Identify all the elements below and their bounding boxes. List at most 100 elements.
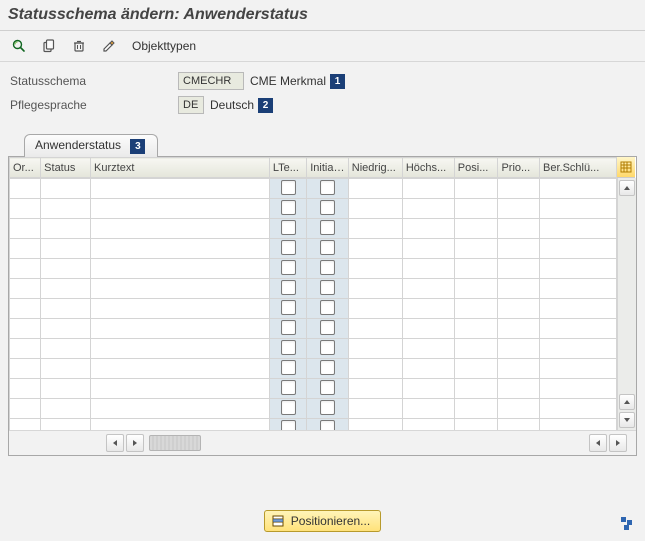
checkbox[interactable]: [281, 200, 296, 215]
scroll-right-end-button[interactable]: [609, 434, 627, 452]
cell-ber[interactable]: [540, 179, 617, 199]
cell-hoechst[interactable]: [402, 299, 454, 319]
checkbox[interactable]: [320, 400, 335, 415]
checkbox[interactable]: [320, 380, 335, 395]
cell-ber[interactable]: [540, 299, 617, 319]
cell-prio[interactable]: [498, 419, 540, 431]
cell-hoechst[interactable]: [402, 259, 454, 279]
cell-ber[interactable]: [540, 279, 617, 299]
cell-initial[interactable]: [307, 399, 349, 419]
cell-status[interactable]: [41, 259, 91, 279]
cell-status[interactable]: [41, 299, 91, 319]
table-row[interactable]: [10, 279, 617, 299]
cell-niedrig[interactable]: [348, 319, 402, 339]
cell-hoechst[interactable]: [402, 419, 454, 431]
cell-lte[interactable]: [269, 319, 306, 339]
col-prio[interactable]: Prio...: [498, 158, 540, 178]
cell-kurztext[interactable]: [91, 299, 270, 319]
checkbox[interactable]: [281, 300, 296, 315]
cell-initial[interactable]: [307, 419, 349, 431]
cell-initial[interactable]: [307, 219, 349, 239]
cell-hoechst[interactable]: [402, 379, 454, 399]
col-hoechst[interactable]: Höchs...: [402, 158, 454, 178]
cell-initial[interactable]: [307, 339, 349, 359]
cell-niedrig[interactable]: [348, 379, 402, 399]
cell-prio[interactable]: [498, 299, 540, 319]
table-row[interactable]: [10, 419, 617, 431]
cell-ber[interactable]: [540, 239, 617, 259]
find-icon-button[interactable]: [8, 35, 30, 57]
cell-posi[interactable]: [454, 239, 498, 259]
scroll-left-end-button[interactable]: [589, 434, 607, 452]
col-posi[interactable]: Posi...: [454, 158, 498, 178]
checkbox[interactable]: [320, 200, 335, 215]
cell-or[interactable]: [10, 399, 41, 419]
checkbox[interactable]: [281, 400, 296, 415]
scroll-up-button[interactable]: [619, 180, 635, 196]
scroll-down-button2[interactable]: [619, 412, 635, 428]
checkbox[interactable]: [320, 300, 335, 315]
checkbox[interactable]: [320, 320, 335, 335]
checkbox[interactable]: [281, 260, 296, 275]
cell-posi[interactable]: [454, 259, 498, 279]
col-kurztext[interactable]: Kurztext: [91, 158, 270, 178]
cell-kurztext[interactable]: [91, 399, 270, 419]
cell-niedrig[interactable]: [348, 299, 402, 319]
cell-niedrig[interactable]: [348, 219, 402, 239]
checkbox[interactable]: [320, 340, 335, 355]
cell-or[interactable]: [10, 279, 41, 299]
cell-lte[interactable]: [269, 359, 306, 379]
cell-prio[interactable]: [498, 199, 540, 219]
cell-ber[interactable]: [540, 199, 617, 219]
cell-initial[interactable]: [307, 359, 349, 379]
copy-icon-button[interactable]: [38, 35, 60, 57]
checkbox[interactable]: [281, 180, 296, 195]
cell-hoechst[interactable]: [402, 219, 454, 239]
table-row[interactable]: [10, 319, 617, 339]
cell-initial[interactable]: [307, 279, 349, 299]
delete-icon-button[interactable]: [68, 35, 90, 57]
cell-status[interactable]: [41, 319, 91, 339]
cell-niedrig[interactable]: [348, 419, 402, 431]
cell-hoechst[interactable]: [402, 239, 454, 259]
positionieren-button[interactable]: Positionieren...: [264, 510, 381, 532]
cell-hoechst[interactable]: [402, 199, 454, 219]
cell-prio[interactable]: [498, 179, 540, 199]
cell-lte[interactable]: [269, 419, 306, 431]
checkbox[interactable]: [281, 380, 296, 395]
hscroll-thumb[interactable]: [149, 435, 201, 451]
cell-posi[interactable]: [454, 339, 498, 359]
checkbox[interactable]: [320, 260, 335, 275]
cell-prio[interactable]: [498, 339, 540, 359]
checkbox[interactable]: [320, 240, 335, 255]
cell-kurztext[interactable]: [91, 419, 270, 431]
cell-initial[interactable]: [307, 379, 349, 399]
horizontal-scrollbar[interactable]: [9, 430, 636, 455]
objekttypen-button[interactable]: Objekttypen: [132, 39, 196, 53]
table-row[interactable]: [10, 339, 617, 359]
cell-initial[interactable]: [307, 319, 349, 339]
cell-status[interactable]: [41, 359, 91, 379]
table-row[interactable]: [10, 299, 617, 319]
cell-lte[interactable]: [269, 379, 306, 399]
cell-initial[interactable]: [307, 299, 349, 319]
cell-initial[interactable]: [307, 199, 349, 219]
cell-ber[interactable]: [540, 359, 617, 379]
checkbox[interactable]: [320, 280, 335, 295]
cell-posi[interactable]: [454, 199, 498, 219]
cell-initial[interactable]: [307, 259, 349, 279]
cell-lte[interactable]: [269, 339, 306, 359]
table-row[interactable]: [10, 199, 617, 219]
cell-posi[interactable]: [454, 319, 498, 339]
cell-niedrig[interactable]: [348, 239, 402, 259]
cell-niedrig[interactable]: [348, 179, 402, 199]
checkbox[interactable]: [320, 360, 335, 375]
cell-kurztext[interactable]: [91, 259, 270, 279]
cell-ber[interactable]: [540, 319, 617, 339]
checkbox[interactable]: [281, 280, 296, 295]
tab-anwenderstatus[interactable]: Anwenderstatus 3: [24, 134, 158, 157]
cell-niedrig[interactable]: [348, 199, 402, 219]
cell-prio[interactable]: [498, 219, 540, 239]
checkbox[interactable]: [281, 420, 296, 431]
cell-ber[interactable]: [540, 259, 617, 279]
